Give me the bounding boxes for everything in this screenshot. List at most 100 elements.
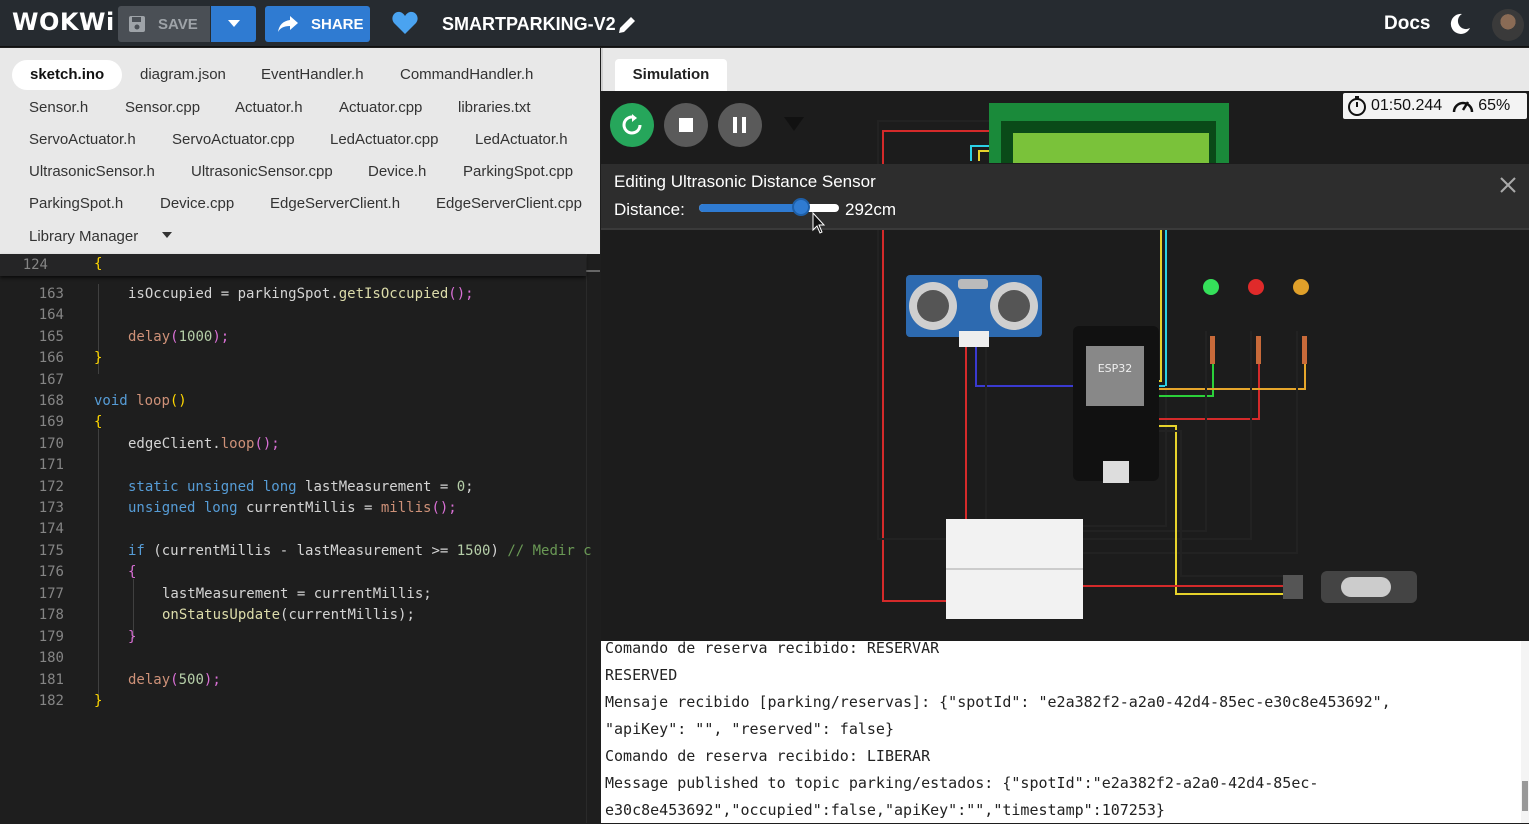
serial-monitor[interactable]: Comando de reserva recibido: RESERVAR RE… — [601, 639, 1529, 823]
tab-commandhandler-h[interactable]: CommandHandler.h — [400, 60, 533, 90]
serial-line: Comando de reserva recibido: RESERVAR — [605, 639, 940, 657]
code-text: if (currentMillis - lastMeasurement >= 1… — [128, 543, 592, 559]
tab-ledactuator-h[interactable]: LedActuator.h — [475, 125, 568, 155]
tab-servoactuator-cpp[interactable]: ServoActuator.cpp — [172, 125, 295, 155]
tab-sketch-ino[interactable]: sketch.ino — [12, 60, 123, 90]
simulation-timer: 01:50.244 65% — [1343, 93, 1527, 119]
code-line: 176{ — [0, 562, 600, 583]
serial-line: RESERVED — [605, 666, 678, 684]
code-line: 175 if (currentMillis - lastMeasurement >… — [0, 541, 600, 562]
code-line: 172 static unsigned long lastMeasurement … — [0, 477, 600, 498]
code-line: 178 onStatusUpdate(currentMillis); — [0, 605, 600, 626]
timer-value: 01:50.244 — [1371, 97, 1443, 114]
part-edit-panel: Editing Ultrasonic Distance Sensor Dista… — [601, 164, 1529, 234]
code-text: onStatusUpdate(currentMillis); — [162, 607, 415, 623]
edit-panel-title: Editing Ultrasonic Distance Sensor — [614, 172, 876, 191]
avatar[interactable] — [1492, 9, 1524, 41]
code-line: 174 — [38, 521, 64, 537]
code-line: 168 void loop() — [0, 391, 600, 412]
tab-parkingspot-h[interactable]: ParkingSpot.h — [29, 189, 123, 219]
code-line: 180 — [38, 650, 64, 666]
tab-edgeserverclient-h[interactable]: EdgeServerClient.h — [270, 189, 400, 219]
tab-edgeserverclient-cpp[interactable]: EdgeServerClient.cpp — [436, 189, 582, 219]
save-dropdown-button[interactable] — [211, 6, 256, 42]
tab-actuator-h[interactable]: Actuator.h — [235, 93, 303, 123]
share-button[interactable]: SHARE — [265, 6, 370, 42]
serial-line: Mensaje recibido [parking/reservas]: {"s… — [605, 693, 1391, 711]
code-text: edgeClient.loop(); — [128, 436, 280, 452]
pause-button[interactable] — [718, 103, 762, 147]
tab-device-cpp[interactable]: Device.cpp — [160, 189, 234, 219]
mouse-cursor-icon — [812, 212, 826, 234]
more-options-icon[interactable] — [784, 117, 804, 131]
code-text: void loop() — [94, 393, 187, 409]
code-text: isOccupied = parkingSpot.getIsOccupied()… — [128, 286, 474, 302]
tab-eventhandler-h[interactable]: EventHandler.h — [261, 60, 364, 90]
simulation-canvas[interactable]: ESP32 01:50.244 65% Editing Ultrasonic D… — [601, 91, 1529, 641]
distance-value: 292cm — [845, 200, 897, 219]
tab-libraries-txt[interactable]: libraries.txt — [458, 93, 531, 123]
scrollbar-thumb[interactable] — [586, 270, 600, 272]
code-text: unsigned long currentMillis = millis(); — [128, 500, 457, 516]
distance-label: Distance: — [614, 200, 685, 219]
tab-sensor-cpp[interactable]: Sensor.cpp — [125, 93, 200, 123]
serial-line: Comando de reserva recibido: LIBERAR — [605, 747, 931, 765]
tab-diagram-json[interactable]: diagram.json — [140, 60, 226, 90]
code-line: 164 — [38, 307, 64, 323]
tab-actuator-cpp[interactable]: Actuator.cpp — [339, 93, 422, 123]
code-line: 163 isOccupied = parkingSpot.getIsOccupie… — [0, 284, 600, 305]
heart-icon[interactable] — [392, 11, 418, 35]
close-icon[interactable] — [1499, 176, 1517, 194]
tab-parkingspot-cpp[interactable]: ParkingSpot.cpp — [463, 157, 573, 187]
speedometer-icon — [1452, 101, 1474, 113]
chevron-down-icon[interactable] — [162, 232, 172, 238]
distance-slider-handle[interactable] — [792, 198, 811, 216]
share-label: SHARE — [311, 15, 364, 33]
wokwi-logo[interactable]: WOKWi — [12, 8, 115, 36]
tab-ultrasonicsensor-cpp[interactable]: UltrasonicSensor.cpp — [191, 157, 333, 187]
code-text: } — [128, 629, 137, 645]
code-line: 165 delay(1000); — [0, 327, 600, 348]
file-tabs: sketch.ino diagram.json EventHandler.h C… — [0, 48, 600, 254]
tab-ultrasonicsensor-h[interactable]: UltrasonicSensor.h — [29, 157, 155, 187]
floppy-icon — [129, 16, 145, 32]
sticky-line-number: 124 — [22, 257, 48, 273]
serial-line: e30c8e453692","occupied":false,"apiKey":… — [605, 801, 1165, 819]
save-button[interactable]: SAVE — [118, 6, 210, 42]
tab-device-h[interactable]: Device.h — [368, 157, 426, 187]
stop-icon — [679, 118, 693, 132]
code-line: 177 lastMeasurement = currentMillis; — [0, 584, 600, 605]
tab-ledactuator-cpp[interactable]: LedActuator.cpp — [330, 125, 438, 155]
tab-sensor-h[interactable]: Sensor.h — [29, 93, 88, 123]
code-line: 171 — [38, 457, 64, 473]
tab-servoactuator-h[interactable]: ServoActuator.h — [29, 125, 136, 155]
stop-button[interactable] — [664, 103, 708, 147]
code-line: 179} — [0, 627, 600, 648]
code-line: 166} — [0, 348, 600, 369]
code-text: delay(500); — [128, 672, 221, 688]
serial-scrollbar-thumb[interactable] — [1522, 781, 1528, 811]
code-text: lastMeasurement = currentMillis; — [162, 586, 432, 602]
restart-icon — [622, 114, 642, 135]
sticky-scroll-header[interactable]: 124 { — [0, 254, 586, 276]
distance-slider-fill — [699, 204, 802, 212]
code-text: } — [94, 350, 103, 366]
project-title: SMARTPARKING-V2 — [442, 14, 616, 34]
code-line: 182} — [0, 691, 600, 712]
serial-line: Message published to topic parking/estad… — [605, 774, 1319, 792]
moon-icon[interactable] — [1448, 12, 1472, 36]
code-line: 169{ — [0, 412, 600, 433]
library-manager-tab[interactable]: Library Manager — [29, 222, 138, 252]
code-editor[interactable]: 163 isOccupied = parkingSpot.getIsOccupie… — [0, 254, 600, 823]
code-text: { — [128, 564, 137, 580]
distance-slider[interactable] — [699, 204, 839, 212]
restart-button[interactable] — [610, 103, 654, 147]
docs-link[interactable]: Docs — [1384, 13, 1430, 35]
pencil-icon[interactable] — [616, 14, 638, 36]
code-text: { — [94, 414, 103, 430]
serial-line: "apiKey": "", "reserved": false} — [605, 720, 894, 738]
stopwatch-icon — [1348, 96, 1366, 116]
share-arrow-icon — [278, 16, 298, 32]
chevron-down-icon — [227, 20, 240, 27]
tab-simulation[interactable]: Simulation — [615, 59, 727, 91]
